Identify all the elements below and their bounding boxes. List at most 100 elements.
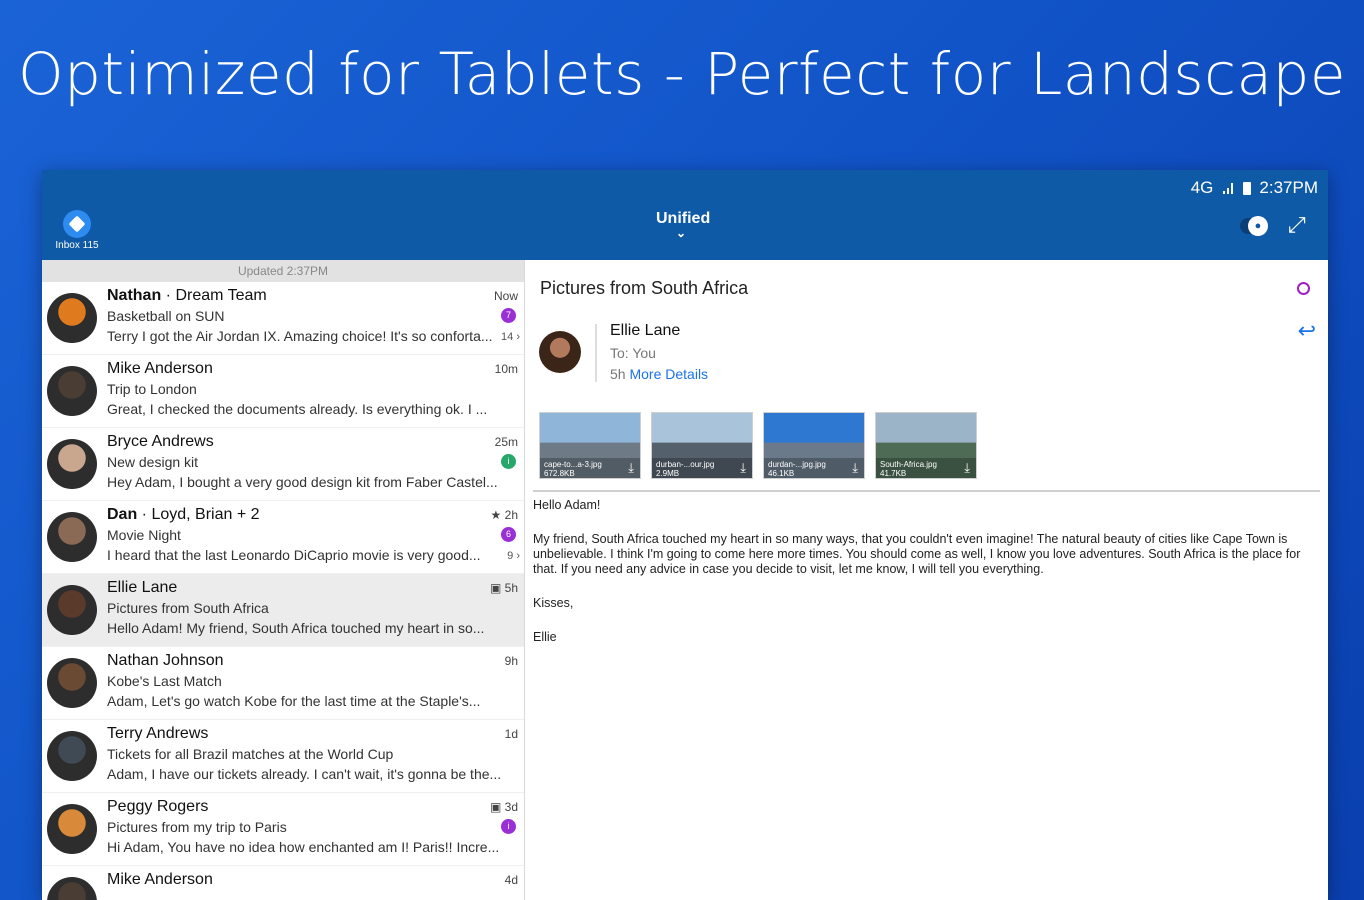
- attachment-thumbnail[interactable]: durban-...our.jpg 2.9MB ⤓: [651, 412, 753, 479]
- attachment-size: 2.9MB: [656, 469, 680, 478]
- row-sender: Nathan · Dream Team: [107, 287, 267, 305]
- sender-name: Nathan: [107, 287, 162, 304]
- message-row[interactable]: Mike Anderson 4d: [42, 866, 524, 900]
- attachment-caption: durdan-...jpg.jpg 46.1KB: [764, 458, 864, 478]
- message-list: Updated 2:37PM Nathan · Dream Team Baske…: [42, 260, 525, 900]
- thread-count: 9 ›: [507, 550, 520, 562]
- attachment-thumbnail[interactable]: South-Africa.jpg 41.7KB ⤓: [875, 412, 977, 479]
- attachment-size: 41.7KB: [880, 469, 907, 478]
- download-icon[interactable]: ⤓: [964, 460, 970, 476]
- avatar: [47, 366, 97, 416]
- inbox-count: 115: [82, 240, 99, 251]
- attachment-caption: cape-to...a-3.jpg 672.8KB: [540, 458, 640, 478]
- category-badge: i: [501, 819, 516, 834]
- tablet-screen: 4G 2:37PM Inbox 115 Unified ⌄ ● ⤢ Update…: [42, 170, 1328, 900]
- row-subject: Tickets for all Brazil matches at the Wo…: [107, 746, 394, 762]
- row-preview: Adam, I have our tickets already. I can'…: [107, 766, 502, 782]
- name-separator: ·: [137, 506, 152, 523]
- row-subject: New design kit: [107, 454, 199, 470]
- avatar: [47, 804, 97, 854]
- row-preview: Great, I checked the documents already. …: [107, 401, 488, 417]
- attachment-name: cape-to...a-3.jpg: [544, 460, 602, 469]
- row-subject: Pictures from my trip to Paris: [107, 819, 287, 835]
- attachment-name: durban-...our.jpg: [656, 460, 715, 469]
- message-row[interactable]: Ellie Lane Pictures from South Africa He…: [42, 574, 524, 647]
- attachment-caption: South-Africa.jpg 41.7KB: [876, 458, 976, 478]
- signal-icon: [1223, 183, 1234, 194]
- group-name: Dream Team: [175, 287, 267, 304]
- inbox-button[interactable]: Inbox 115: [52, 210, 102, 251]
- row-time: ★ 2h: [490, 508, 518, 522]
- row-preview: Terry I got the Air Jordan IX. Amazing c…: [107, 328, 493, 344]
- sender-name: Mike Anderson: [107, 871, 213, 888]
- row-subject: Kobe's Last Match: [107, 673, 222, 689]
- attachment-caption: durban-...our.jpg 2.9MB: [652, 458, 752, 478]
- chevron-down-icon: ⌄: [675, 226, 687, 240]
- sender-name: Nathan Johnson: [107, 652, 224, 669]
- row-subject: Trip to London: [107, 381, 197, 397]
- body-paragraph: Ellie: [533, 630, 557, 644]
- sender-name: Peggy Rogers: [107, 798, 209, 815]
- sender-avatar: [539, 331, 581, 373]
- avatar: [47, 293, 97, 343]
- message-row[interactable]: Mike Anderson Trip to London Great, I ch…: [42, 355, 524, 428]
- attachment-size: 46.1KB: [768, 469, 795, 478]
- headline: Optimized for Tablets - Perfect for Land…: [17, 40, 1347, 108]
- sender-name: Terry Andrews: [107, 725, 209, 742]
- reply-icon[interactable]: ↩: [1298, 318, 1316, 344]
- row-sender: Mike Anderson: [107, 360, 213, 378]
- row-preview: Hi Adam, You have no idea how enchanted …: [107, 839, 500, 855]
- category-badge: 7: [501, 308, 516, 323]
- status-bar: 4G 2:37PM: [1191, 178, 1318, 198]
- row-preview: Hey Adam, I bought a very good design ki…: [107, 474, 498, 490]
- expand-icon[interactable]: ⤢: [1288, 212, 1306, 238]
- row-sender: Bryce Andrews: [107, 433, 214, 451]
- row-time: ▣ 5h: [489, 581, 518, 595]
- category-badge: 6: [501, 527, 516, 542]
- sender-name: Dan: [107, 506, 138, 523]
- sender-name: Mike Anderson: [107, 360, 213, 377]
- more-details-link[interactable]: More Details: [629, 366, 708, 382]
- message-row[interactable]: Nathan Johnson Kobe's Last Match Adam, L…: [42, 647, 524, 720]
- download-icon[interactable]: ⤓: [852, 460, 858, 476]
- body-paragraph: My friend, South Africa touched my heart…: [533, 532, 1301, 576]
- message-row[interactable]: Terry Andrews Tickets for all Brazil mat…: [42, 720, 524, 793]
- recipient: You: [632, 345, 656, 361]
- unread-marker-icon[interactable]: [1297, 282, 1310, 295]
- message-row[interactable]: Dan · Loyd, Brian + 2 Movie Night I hear…: [42, 501, 524, 574]
- attachment-thumbnail[interactable]: durdan-...jpg.jpg 46.1KB ⤓: [763, 412, 865, 479]
- row-time: Now: [493, 289, 518, 303]
- row-preview: Adam, Let's go watch Kobe for the last t…: [107, 693, 481, 709]
- clock: 2:37PM: [1259, 178, 1318, 197]
- account-toggle[interactable]: ●: [1240, 216, 1268, 236]
- row-sender: Terry Andrews: [107, 725, 208, 743]
- message-subject: Pictures from South Africa: [540, 278, 749, 298]
- attachments: cape-to...a-3.jpg 672.8KB ⤓ durban-...our.j…: [539, 412, 977, 479]
- inbox-icon: [63, 210, 91, 238]
- avatar: [47, 877, 97, 900]
- row-subject: Basketball on SUN: [107, 308, 225, 324]
- name-separator: ·: [161, 287, 176, 304]
- category-badge: i: [501, 454, 516, 469]
- row-sender: Mike Anderson: [107, 871, 213, 889]
- message-row[interactable]: Peggy Rogers Pictures from my trip to Pa…: [42, 793, 524, 866]
- folder-title: Unified: [656, 210, 711, 227]
- row-time: 25m: [494, 435, 518, 449]
- body-paragraph: Kisses,: [533, 596, 574, 610]
- row-subject: Movie Night: [107, 527, 181, 543]
- updated-status: Updated 2:37PM: [42, 260, 524, 282]
- download-icon[interactable]: ⤓: [740, 460, 746, 476]
- row-time: 1d: [504, 727, 518, 741]
- download-icon[interactable]: ⤓: [628, 460, 634, 476]
- battery-icon: [1243, 181, 1252, 195]
- message-row[interactable]: Bryce Andrews New design kit Hey Adam, I…: [42, 428, 524, 501]
- inbox-label: Inbox: [55, 240, 80, 251]
- message-row[interactable]: Nathan · Dream Team Basketball on SUN Te…: [42, 282, 524, 355]
- row-sender: Dan · Loyd, Brian + 2: [107, 506, 260, 524]
- avatar: [47, 512, 97, 562]
- message-age: 5h: [610, 366, 626, 382]
- attachment-thumbnail[interactable]: cape-to...a-3.jpg 672.8KB ⤓: [539, 412, 641, 479]
- recipient-line: To: You: [610, 345, 656, 361]
- row-preview: Hello Adam! My friend, South Africa touc…: [107, 620, 485, 636]
- folder-selector[interactable]: Unified ⌄: [656, 210, 710, 240]
